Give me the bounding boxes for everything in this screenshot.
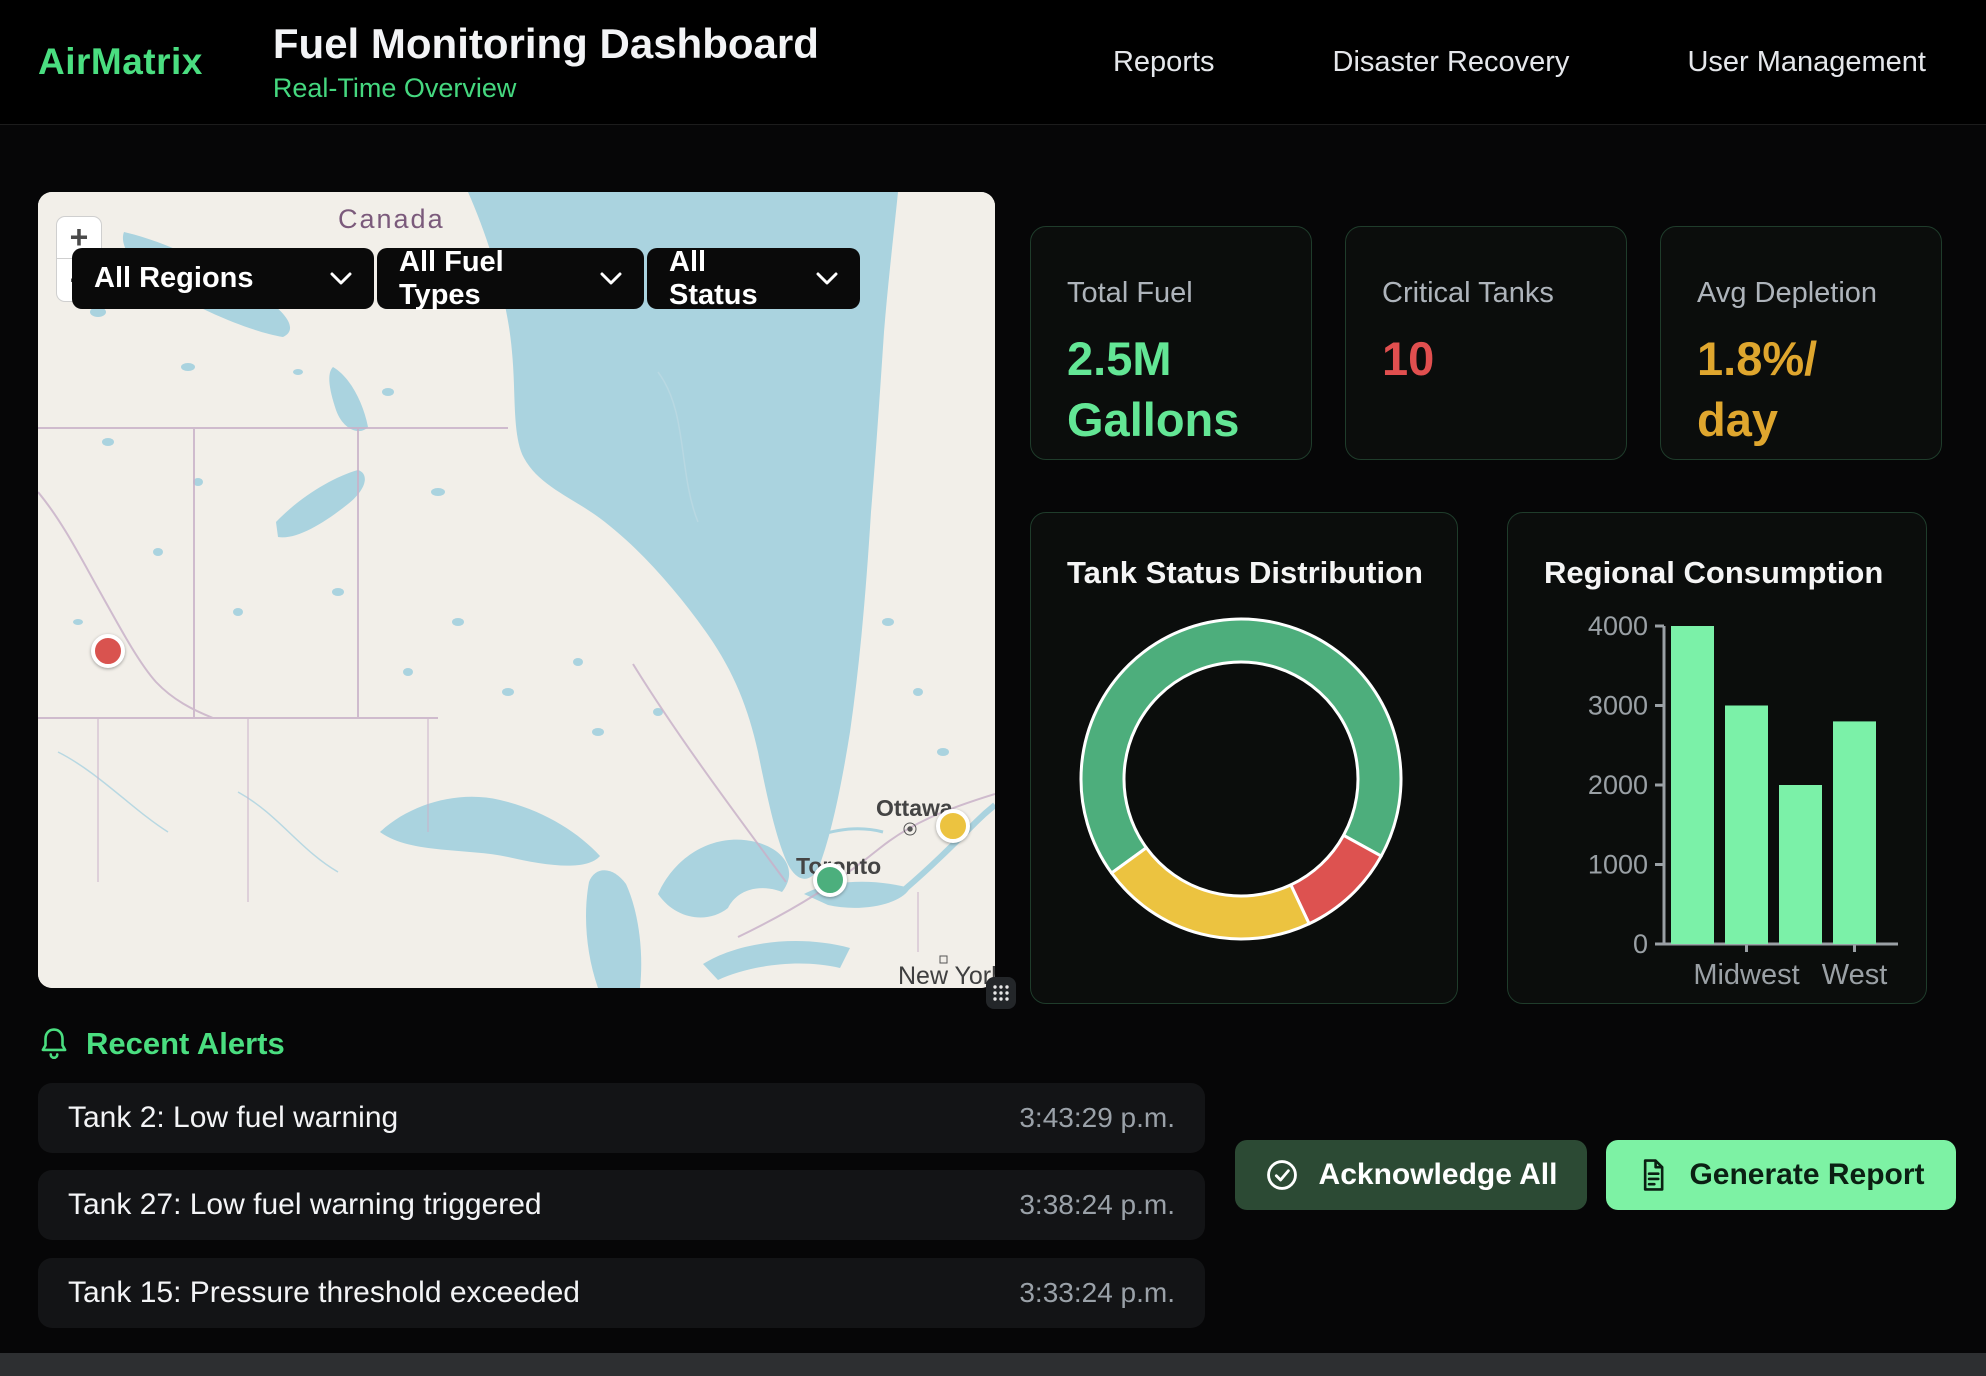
nav-item-user-management[interactable]: User Management [1687,46,1926,79]
stat-value-total-fuel: 2.5M Gallons [1067,328,1247,450]
region-filter-label: All Regions [94,262,254,295]
status-filter-dropdown[interactable]: All Status [647,248,860,309]
bell-icon [38,1027,70,1061]
generate-report-button[interactable]: Generate Report [1606,1140,1956,1210]
map-marker-warning[interactable] [936,809,970,843]
page-title-block: Fuel Monitoring Dashboard Real-Time Over… [273,20,819,103]
alert-text: Tank 2: Low fuel warning [68,1101,398,1135]
alert-row[interactable]: Tank 2: Low fuel warning 3:43:29 p.m. [38,1083,1205,1153]
map-marker-critical[interactable] [91,634,125,668]
chevron-down-icon [816,272,838,286]
alert-text: Tank 27: Low fuel warning triggered [68,1188,542,1222]
generate-report-label: Generate Report [1689,1158,1924,1192]
map-label-newyork: New York [898,962,995,988]
app-header: AirMatrix Fuel Monitoring Dashboard Real… [0,0,1986,125]
x-tick-label: West [1822,959,1888,991]
page-subtitle: Real-Time Overview [273,73,819,104]
alert-text: Tank 15: Pressure threshold exceeded [68,1276,580,1310]
bar-2 [1779,785,1822,944]
status-filter-label: All Status [669,246,790,312]
fuel-type-filter-label: All Fuel Types [399,246,574,312]
horizontal-scrollbar[interactable] [0,1353,1986,1376]
regional-consumption-bar-chart: 0 1000 2000 3000 4000 Midwest West [1508,603,1928,1003]
map-resize-handle[interactable] [986,977,1016,1009]
bar-1 [1725,706,1768,945]
alert-timestamp: 3:43:29 p.m. [1019,1102,1175,1134]
y-tick-label: 3000 [1588,691,1648,721]
donut-chart-title: Tank Status Distribution [1031,513,1457,591]
acknowledge-all-label: Acknowledge All [1319,1158,1558,1192]
map-canvas[interactable]: Canada Ottawa Toronto New York + − All R… [38,192,995,988]
stat-label: Avg Depletion [1697,277,1905,310]
check-circle-icon [1265,1158,1299,1192]
nav-item-reports[interactable]: Reports [1113,46,1215,79]
bar-0 [1671,626,1714,944]
recent-alerts-title: Recent Alerts [86,1026,285,1062]
grip-dots-icon [992,984,1010,1002]
regional-consumption-card: Regional Consumption 0 1000 2000 3000 4000 Mi… [1507,512,1927,1004]
chevron-down-icon [600,272,622,286]
stat-label: Critical Tanks [1382,277,1590,310]
y-tick-label: 4000 [1588,611,1648,641]
tank-status-donut-chart [1031,591,1459,1031]
app-logo: AirMatrix [38,41,203,83]
stat-label: Total Fuel [1067,277,1275,310]
main-nav: Reports Disaster Recovery User Managemen… [1113,46,1926,79]
stat-value-avg-depletion: 1.8%/day [1697,328,1832,450]
map-filters: All Regions All Fuel Types All Status [72,248,860,309]
alert-row[interactable]: Tank 15: Pressure threshold exceeded 3:3… [38,1258,1205,1328]
stat-card-avg-depletion: Avg Depletion 1.8%/day [1660,226,1942,460]
y-tick-label: 2000 [1588,770,1648,800]
stat-card-total-fuel: Total Fuel 2.5M Gallons [1030,226,1312,460]
alert-timestamp: 3:38:24 p.m. [1019,1189,1175,1221]
stat-card-critical-tanks: Critical Tanks 10 [1345,226,1627,460]
map-marker-normal[interactable] [813,863,847,897]
y-tick-label: 1000 [1588,850,1648,880]
tank-status-distribution-card: Tank Status Distribution [1030,512,1458,1004]
fuel-type-filter-dropdown[interactable]: All Fuel Types [377,248,644,309]
x-tick-label: Midwest [1693,959,1799,991]
donut-segment-warning [1112,848,1310,939]
alert-timestamp: 3:33:24 p.m. [1019,1277,1175,1309]
report-document-icon [1637,1158,1669,1192]
map-label-canada: Canada [338,204,445,234]
acknowledge-all-button[interactable]: Acknowledge All [1235,1140,1587,1210]
donut-segment-normal [1081,619,1401,873]
bar-chart-title: Regional Consumption [1508,513,1926,591]
nav-item-disaster-recovery[interactable]: Disaster Recovery [1333,46,1570,79]
region-filter-dropdown[interactable]: All Regions [72,248,374,309]
y-tick-label: 0 [1633,929,1648,959]
alert-row[interactable]: Tank 27: Low fuel warning triggered 3:38… [38,1170,1205,1240]
page-title: Fuel Monitoring Dashboard [273,20,819,68]
bar-3 [1833,721,1876,944]
stat-value-critical-tanks: 10 [1382,328,1562,389]
recent-alerts-header: Recent Alerts [38,1026,285,1062]
chevron-down-icon [330,272,352,286]
